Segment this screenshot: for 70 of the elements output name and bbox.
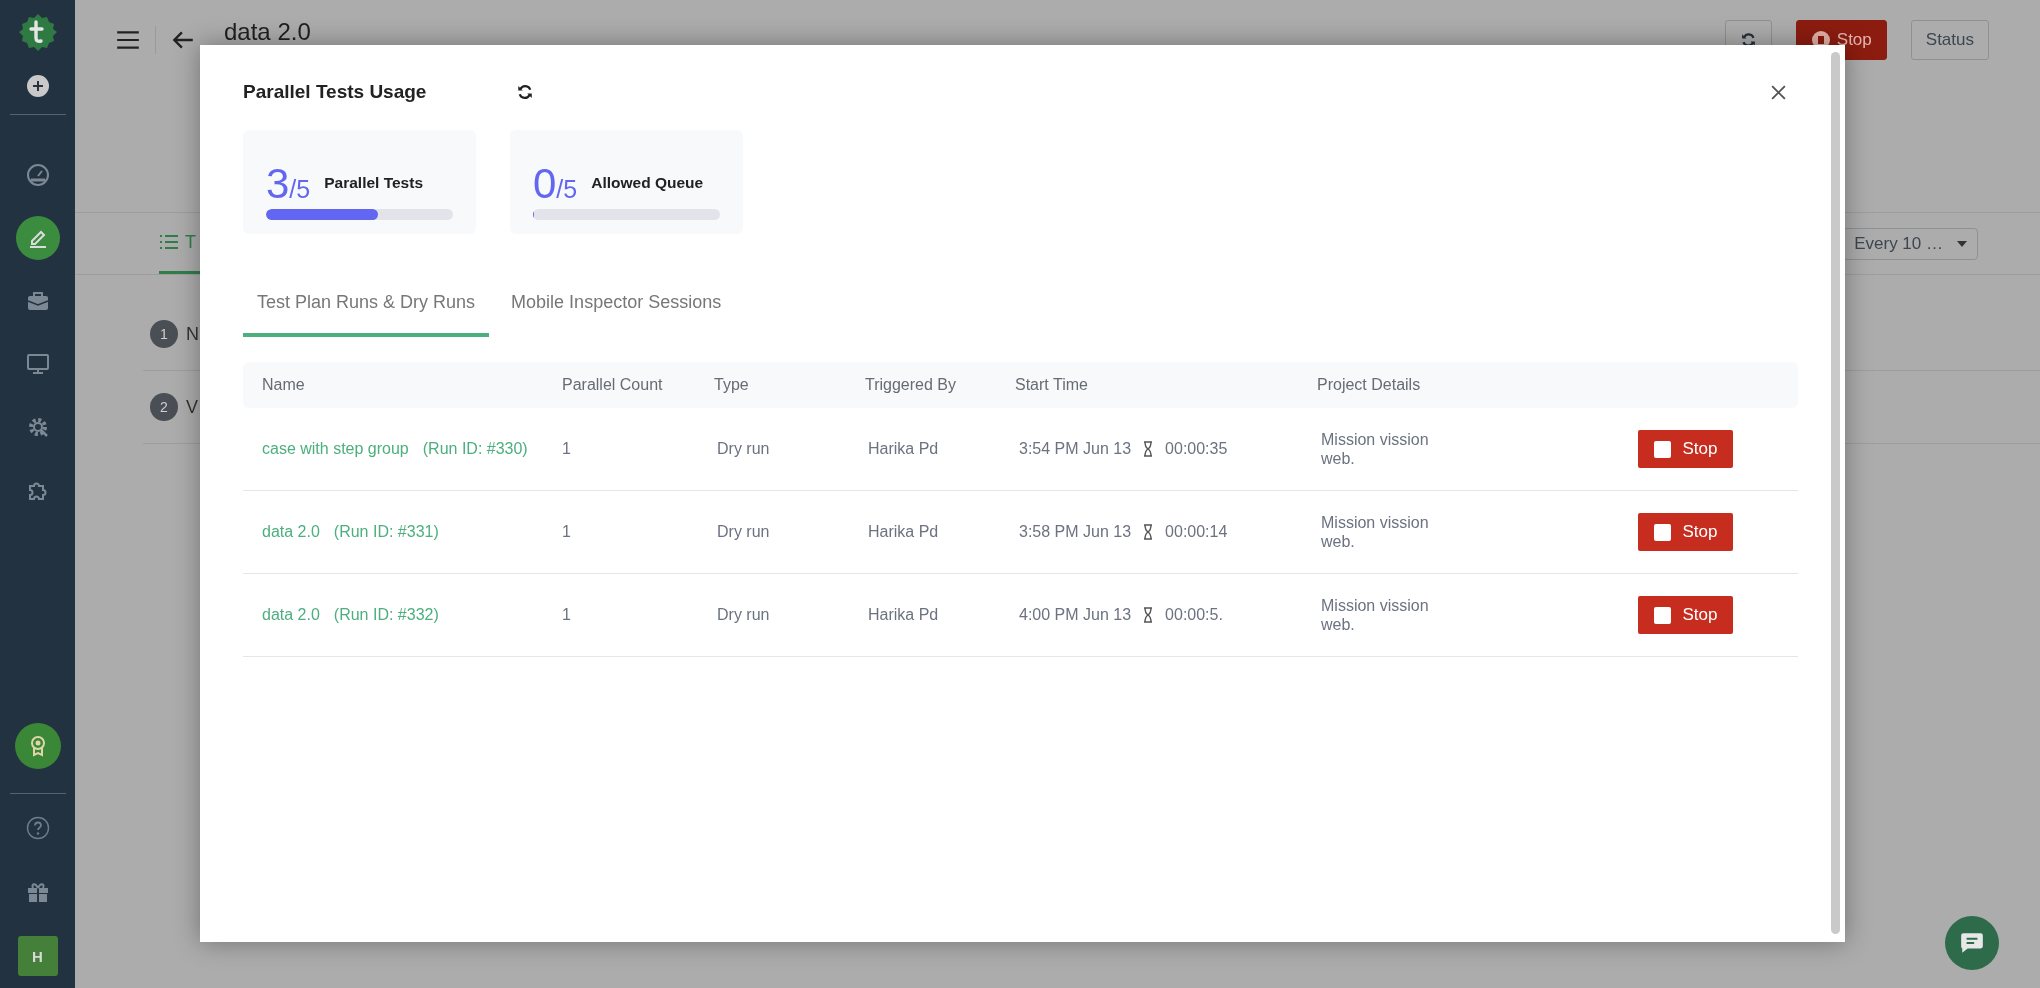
hourglass-icon bbox=[1143, 441, 1154, 457]
column-header: Start Time bbox=[1015, 376, 1089, 394]
interval-dropdown[interactable]: Every 10 … bbox=[1843, 227, 1978, 260]
table-cell-text: Mission vission web. bbox=[1320, 512, 1430, 552]
add-icon[interactable] bbox=[25, 74, 50, 98]
user-avatar[interactable]: H bbox=[17, 936, 58, 976]
hourglass-icon bbox=[1143, 607, 1154, 623]
page-title: data 2.0 bbox=[224, 20, 311, 44]
total-count: /5 bbox=[289, 175, 311, 204]
column-header: Name bbox=[262, 376, 306, 394]
table-cell-text: 1 bbox=[562, 606, 572, 624]
table-cell-text: Harika Pd bbox=[867, 606, 940, 624]
award-button[interactable] bbox=[14, 723, 61, 769]
column-header: Type bbox=[714, 376, 750, 394]
column-header: Triggered By bbox=[865, 376, 957, 394]
table-cell-text: Harika Pd bbox=[867, 523, 940, 541]
gauge-icon bbox=[25, 163, 50, 187]
scrollbar[interactable] bbox=[1831, 52, 1840, 934]
stop-button[interactable]: Stop bbox=[1638, 430, 1733, 468]
hourglass-icon bbox=[1143, 524, 1154, 540]
used-count: 0 bbox=[533, 163, 557, 205]
run-id: (Run ID: #332) bbox=[333, 606, 439, 624]
refresh-icon[interactable] bbox=[516, 83, 535, 101]
monitor-icon bbox=[25, 352, 50, 376]
sidebar-item[interactable] bbox=[15, 216, 60, 260]
list-icon bbox=[159, 234, 179, 250]
stop-button[interactable]: Stop bbox=[1638, 513, 1733, 551]
total-count: /5 bbox=[556, 175, 578, 204]
status-button[interactable]: Status bbox=[1910, 20, 1989, 60]
start-time: 3:58 PM Jun 13 bbox=[1019, 523, 1132, 541]
step-label: V bbox=[186, 396, 198, 418]
duration: 00:00:35 bbox=[1165, 440, 1228, 458]
help-icon[interactable] bbox=[25, 816, 50, 840]
step-label: N bbox=[186, 323, 199, 345]
run-id: (Run ID: #330) bbox=[422, 440, 528, 458]
table-cell-text: Mission vission web. bbox=[1320, 595, 1430, 635]
table-cell-text: Harika Pd bbox=[867, 440, 940, 458]
tab-label: T bbox=[185, 231, 196, 253]
table-cell-text: 1 bbox=[562, 523, 572, 541]
duration: 00:00:5. bbox=[1165, 606, 1223, 624]
briefcase-icon bbox=[25, 289, 50, 313]
run-id: (Run ID: #331) bbox=[333, 523, 439, 541]
close-icon[interactable] bbox=[1770, 83, 1787, 101]
step-number: 2 bbox=[150, 393, 178, 421]
table-cell-text: Dry run bbox=[716, 606, 771, 624]
step-number: 1 bbox=[150, 320, 178, 348]
start-time: 4:00 PM Jun 13 bbox=[1019, 606, 1132, 624]
gift-icon[interactable] bbox=[25, 880, 50, 904]
run-link[interactable]: data 2.0 bbox=[262, 523, 320, 541]
table-cell-text: Dry run bbox=[716, 523, 771, 541]
logo-icon[interactable] bbox=[17, 12, 58, 52]
run-link[interactable]: data 2.0 bbox=[262, 606, 320, 624]
table-cell-text: Mission vission web. bbox=[1320, 429, 1430, 469]
start-time: 3:54 PM Jun 13 bbox=[1019, 440, 1132, 458]
table-cell-text: Dry run bbox=[716, 440, 771, 458]
used-count: 3 bbox=[266, 163, 290, 205]
column-header: Parallel Count bbox=[562, 376, 664, 394]
run-link[interactable]: case with step group bbox=[262, 440, 409, 458]
modal-title: Parallel Tests Usage bbox=[243, 81, 427, 103]
modal-tab[interactable]: Mobile Inspector Sessions bbox=[497, 292, 736, 337]
caret-icon bbox=[1957, 240, 1967, 247]
usage-label: Parallel Tests bbox=[324, 174, 424, 192]
column-header: Project Details bbox=[1317, 376, 1422, 394]
usage-label: Allowed Queue bbox=[591, 174, 704, 192]
stop-button[interactable]: Stop bbox=[1638, 596, 1733, 634]
duration: 00:00:14 bbox=[1165, 523, 1228, 541]
chat-icon bbox=[1959, 932, 1985, 954]
table-cell-text: 1 bbox=[562, 440, 572, 458]
chat-button[interactable] bbox=[1945, 916, 1999, 970]
modal-tab[interactable]: Test Plan Runs & Dry Runs bbox=[243, 292, 490, 337]
